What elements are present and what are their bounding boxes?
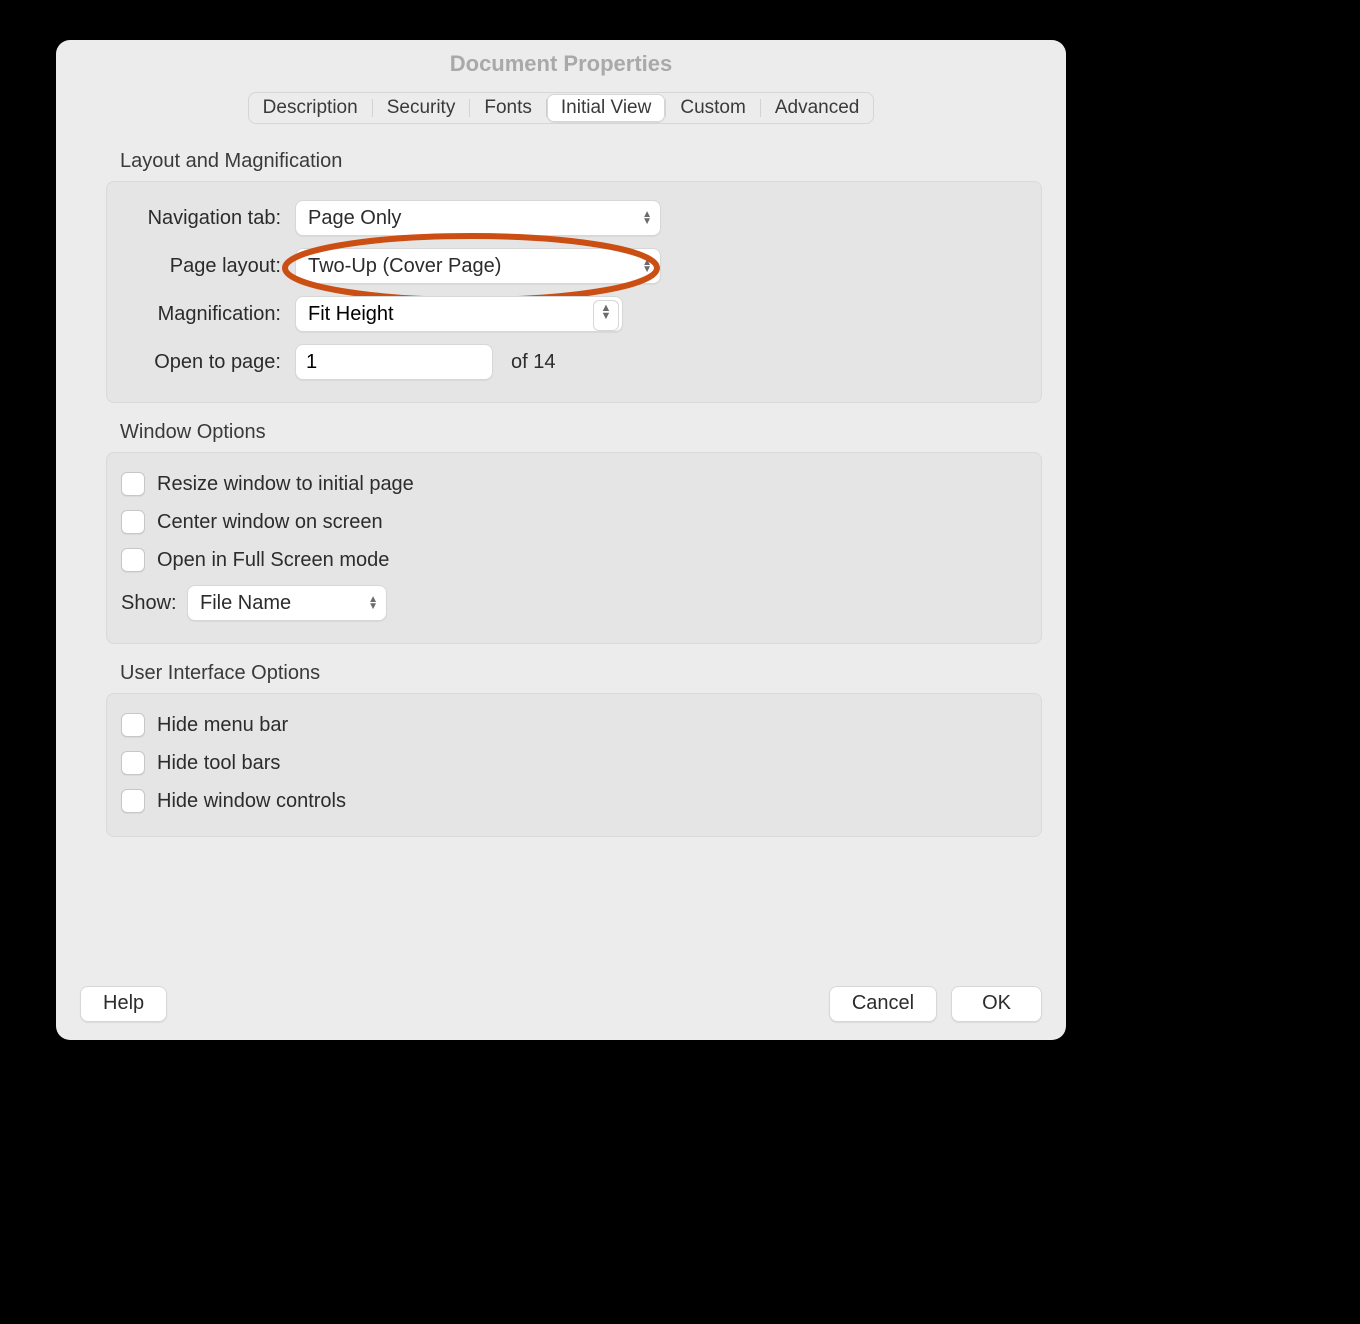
combo-magnification[interactable]: ▲▼: [295, 296, 623, 332]
select-page-layout[interactable]: Two-Up (Cover Page) ▲▼: [295, 248, 661, 284]
updown-icon: ▲▼: [642, 259, 652, 273]
tab-initial-view[interactable]: Initial View: [547, 94, 665, 122]
label-page-count: of 14: [511, 351, 555, 374]
label-navigation-tab: Navigation tab:: [121, 207, 295, 230]
label-open-to-page: Open to page:: [121, 351, 295, 374]
label-page-layout: Page layout:: [121, 255, 295, 278]
select-show-value: File Name: [200, 592, 291, 614]
checkbox-hide-menubar[interactable]: [121, 713, 145, 737]
label-show: Show:: [121, 592, 187, 615]
label-resize-window: Resize window to initial page: [157, 473, 414, 496]
combo-dropdown-button[interactable]: ▲▼: [593, 300, 619, 331]
panel-layout-mag: Navigation tab: Page Only ▲▼ Page layout…: [106, 181, 1042, 403]
tab-custom[interactable]: Custom: [666, 94, 759, 122]
input-open-to-page[interactable]: [295, 344, 493, 380]
ok-button[interactable]: OK: [951, 986, 1042, 1022]
section-title-ui-options: User Interface Options: [120, 662, 1066, 685]
window-title: Document Properties: [56, 40, 1066, 88]
label-center-window: Center window on screen: [157, 511, 383, 534]
tab-advanced[interactable]: Advanced: [761, 94, 874, 122]
help-button[interactable]: Help: [80, 986, 167, 1022]
tab-fonts[interactable]: Fonts: [470, 94, 546, 122]
input-magnification[interactable]: [295, 296, 623, 332]
checkbox-fullscreen[interactable]: [121, 548, 145, 572]
tab-security[interactable]: Security: [373, 94, 470, 122]
checkbox-center-window[interactable]: [121, 510, 145, 534]
checkbox-resize-window[interactable]: [121, 472, 145, 496]
section-title-layout-mag: Layout and Magnification: [120, 150, 1066, 173]
panel-ui-options: Hide menu bar Hide tool bars Hide window…: [106, 693, 1042, 837]
updown-icon: ▲▼: [642, 211, 652, 225]
cancel-button[interactable]: Cancel: [829, 986, 937, 1022]
checkbox-hide-toolbars[interactable]: [121, 751, 145, 775]
label-hide-menubar: Hide menu bar: [157, 714, 288, 737]
label-fullscreen: Open in Full Screen mode: [157, 549, 389, 572]
updown-icon: ▲▼: [368, 596, 378, 610]
label-hide-window-controls: Hide window controls: [157, 790, 346, 813]
checkbox-hide-window-controls[interactable]: [121, 789, 145, 813]
panel-window-options: Resize window to initial page Center win…: [106, 452, 1042, 644]
select-show[interactable]: File Name ▲▼: [187, 585, 387, 621]
section-title-window-options: Window Options: [120, 421, 1066, 444]
label-magnification: Magnification:: [121, 303, 295, 326]
label-hide-toolbars: Hide tool bars: [157, 752, 280, 775]
select-navigation-tab[interactable]: Page Only ▲▼: [295, 200, 661, 236]
document-properties-window: Document Properties Description Security…: [56, 40, 1066, 1040]
select-page-layout-value: Two-Up (Cover Page): [308, 255, 501, 277]
tab-description[interactable]: Description: [249, 94, 372, 122]
tab-bar: Description Security Fonts Initial View …: [248, 92, 875, 124]
select-navigation-tab-value: Page Only: [308, 207, 401, 229]
